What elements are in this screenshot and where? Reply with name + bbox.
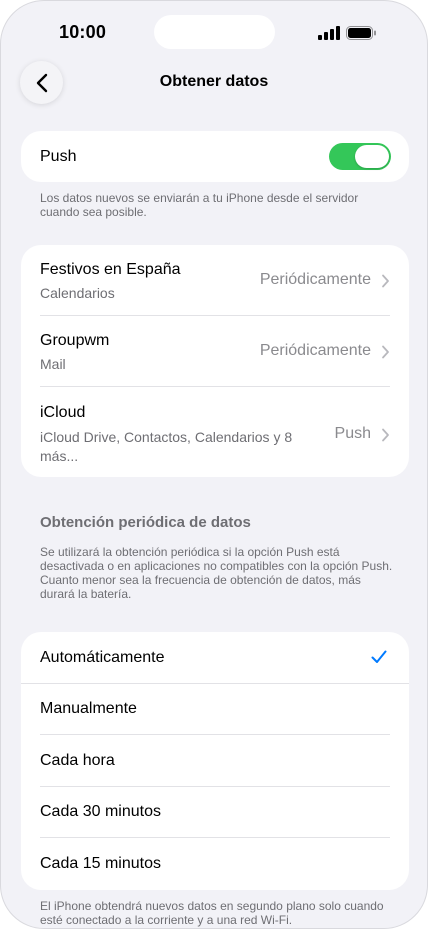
push-toggle[interactable] [329, 143, 391, 170]
account-row-icloud[interactable]: iCloud iCloud Drive, Contactos, Calendar… [21, 387, 409, 477]
phone-screen: 10:00 Obtener datos Push Los datos nuevo… [0, 0, 428, 929]
push-note: Los datos nuevos se enviarán a tu iPhone… [40, 191, 359, 219]
fetch-option-label: Automáticamente [40, 648, 165, 666]
account-name: iCloud [40, 404, 86, 421]
fetch-option-30-min[interactable]: Cada 30 minutos [21, 787, 409, 838]
fetch-options-card: Automáticamente Manualmente Cada hora Ca… [21, 632, 409, 890]
accounts-card: Festivos en España Calendarios Periódica… [21, 245, 409, 477]
cellular-signal-icon [318, 26, 340, 40]
account-row-groupwm[interactable]: Groupwm Mail Periódicamente [21, 316, 409, 387]
account-fetch-value: Periódicamente [259, 342, 371, 359]
chevron-right-icon [382, 274, 389, 288]
fetch-option-hourly[interactable]: Cada hora [21, 735, 409, 787]
fetch-option-label: Cada 15 minutos [40, 854, 161, 872]
account-detail: iCloud Drive, Contactos, Calendarios y 8… [40, 429, 293, 464]
push-toggle-knob [355, 145, 389, 168]
account-detail: Calendarios [40, 285, 115, 301]
fetch-section-header: Obtención periódica de datos [40, 514, 251, 531]
account-fetch-value: Periódicamente [259, 271, 371, 288]
chevron-right-icon [382, 345, 389, 359]
account-row-festivos[interactable]: Festivos en España Calendarios Periódica… [21, 245, 409, 316]
chevron-right-icon [382, 428, 389, 442]
fetch-option-15-min[interactable]: Cada 15 minutos [21, 838, 409, 890]
account-detail: Mail [40, 356, 66, 372]
battery-icon [346, 26, 376, 40]
account-fetch-value: Push [334, 425, 371, 442]
dynamic-island [154, 15, 275, 49]
fetch-option-automatic[interactable]: Automáticamente [21, 632, 409, 684]
checkmark-icon [371, 650, 387, 663]
fetch-option-label: Cada 30 minutos [40, 803, 161, 821]
fetch-option-manual[interactable]: Manualmente [21, 684, 409, 735]
fetch-footer-note: El iPhone obtendrá nuevos datos en segun… [40, 899, 384, 927]
account-name: Groupwm [40, 332, 110, 349]
status-time: 10:00 [59, 22, 107, 42]
push-label: Push [40, 148, 77, 165]
fetch-note: Se utilizará la obtención periódica si l… [40, 545, 393, 601]
push-row: Push [21, 131, 409, 182]
page-title: Obtener datos [159, 73, 269, 90]
fetch-option-label: Manualmente [40, 700, 137, 718]
fetch-option-label: Cada hora [40, 751, 115, 769]
account-name: Festivos en España [40, 261, 181, 278]
push-card: Push [21, 131, 409, 182]
